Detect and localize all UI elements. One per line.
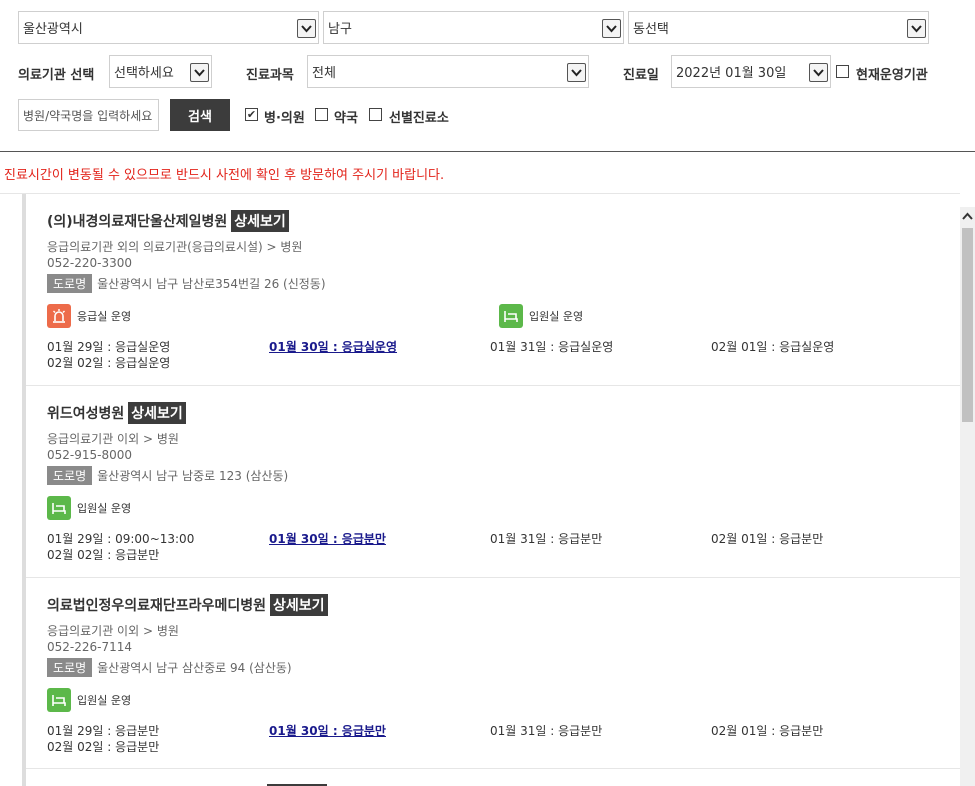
day-schedule: 02월 01일 : 응급분만 — [711, 532, 824, 546]
type-pharmacy-checkbox[interactable] — [315, 108, 328, 121]
road-tag: 도로명 — [47, 466, 93, 485]
hospital-phone: 052-226-7114 — [47, 640, 133, 654]
bed-icon — [47, 688, 71, 712]
day-schedule: 01월 31일 : 응급분만 — [490, 532, 603, 546]
siren-icon — [47, 304, 71, 328]
chevron-down-icon — [297, 19, 316, 38]
badge-label: 응급실 운영 — [77, 310, 132, 323]
hospital-address: 도로명 울산광역시 남구 남산로354번길 26 (신정동) — [47, 274, 326, 293]
day-schedule-today-link[interactable]: 01월 30일 : 응급분만 — [269, 722, 386, 739]
hospital-name: (의)내경의료재단울산제일병원 상세보기 — [47, 210, 289, 232]
detail-button[interactable]: 상세보기 — [269, 594, 328, 616]
filter-panel: 울산광역시 남구 동선택 의료기관 선택 선택하세요 진료과목 전체 진료일 2… — [0, 0, 975, 152]
day-schedule: 01월 29일 : 09:00~13:00 — [47, 532, 195, 546]
institution-select[interactable]: 선택하세요 — [109, 55, 212, 88]
dong-select-value: 동선택 — [633, 22, 669, 37]
hospital-card: (의)내경의료재단울산제일병원 상세보기 응급의료기관 외의 의료기관(응급의료… — [26, 194, 960, 386]
check-icon: ✔ — [246, 108, 257, 121]
hospital-category: 응급의료기관 이외 > 병원 — [47, 624, 179, 638]
date-label: 진료일 — [623, 68, 659, 83]
ward-badge: 입원실 운영 — [499, 304, 583, 328]
city-select-value: 울산광역시 — [23, 22, 83, 37]
address-text: 울산광역시 남구 삼산중로 94 (삼산동) — [97, 661, 292, 675]
institution-select-value: 선택하세요 — [114, 66, 174, 81]
department-select-value: 전체 — [312, 66, 336, 81]
address-text: 울산광역시 남구 남중로 123 (삼산동) — [97, 469, 289, 483]
hospital-card: 위드여성병원 상세보기 응급의료기관 이외 > 병원 052-915-8000 … — [26, 386, 960, 578]
dong-select[interactable]: 동선택 — [628, 11, 929, 44]
badge-label: 입원실 운영 — [77, 502, 132, 515]
type-screening-label: 선별진료소 — [389, 111, 449, 126]
chevron-down-icon — [602, 19, 621, 38]
day-schedule: 02월 02일 : 응급분만 — [47, 740, 160, 754]
hospital-name-text: 의료법인정우의료재단프라우메디병원 — [47, 598, 266, 614]
chevron-down-icon — [567, 63, 586, 82]
road-tag: 도로명 — [47, 274, 93, 293]
currently-open-checkbox[interactable] — [836, 65, 849, 78]
hospital-category: 응급의료기관 이외 > 병원 — [47, 432, 179, 446]
hospital-card: 의료법인정우의료재단프라우메디병원 상세보기 응급의료기관 이외 > 병원 05… — [26, 578, 960, 769]
institution-label: 의료기관 선택 — [18, 68, 95, 83]
detail-button[interactable]: 상세보기 — [128, 402, 186, 424]
hospital-address: 도로명 울산광역시 남구 남중로 123 (삼산동) — [47, 466, 288, 485]
er-badge: 응급실 운영 — [47, 304, 131, 328]
search-input[interactable]: 병원/약국명을 입력하세요 — [18, 99, 159, 131]
district-select[interactable]: 남구 — [323, 11, 624, 44]
chevron-down-icon — [907, 19, 926, 38]
day-schedule: 01월 31일 : 응급실운영 — [490, 340, 614, 354]
day-schedule-today-link[interactable]: 01월 30일 : 응급실운영 — [269, 338, 397, 355]
day-schedule: 02월 02일 : 응급분만 — [47, 548, 160, 562]
road-tag: 도로명 — [47, 658, 93, 677]
hospital-list: (의)내경의료재단울산제일병원 상세보기 응급의료기관 외의 의료기관(응급의료… — [22, 194, 960, 786]
day-schedule: 02월 02일 : 응급실운영 — [47, 356, 171, 370]
type-hospital-label: 병·의원 — [264, 111, 305, 126]
day-schedule: 01월 29일 : 응급분만 — [47, 724, 160, 738]
day-schedule: 02월 01일 : 응급실운영 — [711, 340, 835, 354]
search-button[interactable]: 검색 — [170, 99, 230, 131]
hospital-name-text: 위드여성병원 — [47, 406, 125, 422]
day-schedule: 01월 31일 : 응급분만 — [490, 724, 603, 738]
hospital-name-text: (의)내경의료재단울산제일병원 — [47, 214, 228, 230]
hospital-phone: 052-915-8000 — [47, 448, 133, 462]
hospital-name: 의료법인정우의료재단프라우메디병원 상세보기 — [47, 594, 328, 616]
hospital-name: 위드여성병원 상세보기 — [47, 402, 186, 424]
type-hospital-checkbox[interactable]: ✔ — [245, 108, 258, 121]
scrollbar-thumb[interactable] — [962, 228, 973, 422]
type-pharmacy-label: 약국 — [334, 111, 358, 126]
hospital-category: 응급의료기관 외의 의료기관(응급의료시설) > 병원 — [47, 240, 303, 254]
hospital-address: 도로명 울산광역시 남구 삼산중로 94 (삼산동) — [47, 658, 292, 677]
chevron-down-icon — [809, 63, 828, 82]
city-select[interactable]: 울산광역시 — [18, 11, 319, 44]
bed-icon — [47, 496, 71, 520]
badge-label: 입원실 운영 — [529, 310, 584, 323]
day-schedule-today-link[interactable]: 01월 30일 : 응급분만 — [269, 530, 386, 547]
day-schedule: 02월 01일 : 응급분만 — [711, 724, 824, 738]
search-placeholder: 병원/약국명을 입력하세요 — [23, 108, 153, 123]
department-select[interactable]: 전체 — [307, 55, 589, 88]
district-select-value: 남구 — [328, 22, 352, 37]
currently-open-label: 현재운영기관 — [856, 68, 928, 83]
date-select-value: 2022년 01월 30일 — [676, 66, 787, 81]
scrollbar[interactable] — [960, 207, 975, 786]
notice-text: 진료시간이 변동될 수 있으므로 반드시 사전에 확인 후 방문하여 주시기 바… — [4, 168, 445, 183]
detail-button[interactable]: 상세보기 — [231, 210, 289, 232]
date-select[interactable]: 2022년 01월 30일 — [671, 55, 831, 88]
ward-badge: 입원실 운영 — [47, 688, 131, 712]
chevron-up-icon[interactable] — [960, 207, 975, 224]
hospital-phone: 052-220-3300 — [47, 256, 133, 270]
ward-badge: 입원실 운영 — [47, 496, 131, 520]
department-label: 진료과목 — [246, 68, 294, 83]
chevron-down-icon — [190, 63, 209, 82]
type-screening-checkbox[interactable] — [369, 108, 382, 121]
day-schedule: 01월 29일 : 응급실운영 — [47, 340, 171, 354]
badge-label: 입원실 운영 — [77, 694, 132, 707]
bed-icon — [499, 304, 523, 328]
address-text: 울산광역시 남구 남산로354번길 26 (신정동) — [97, 277, 326, 291]
